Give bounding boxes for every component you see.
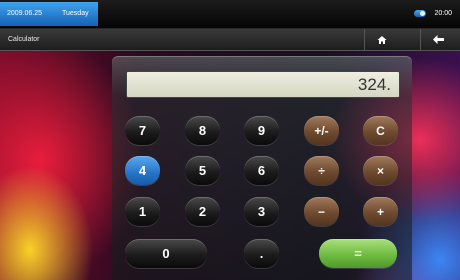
back-button[interactable]	[420, 29, 455, 50]
key-3[interactable]: 3	[244, 197, 279, 226]
calculator-display: 324.	[126, 71, 400, 98]
calculator-panel: 324. 7 8 9 +/- C 4 5 6 ÷ × 1 2 3 − + 0 .…	[112, 56, 412, 280]
key-8[interactable]: 8	[185, 116, 220, 145]
app-title: Calculator	[8, 36, 40, 43]
clock-toggle-icon	[414, 10, 426, 17]
key-9[interactable]: 9	[244, 116, 279, 145]
key-divide[interactable]: ÷	[304, 156, 339, 185]
key-clear[interactable]: C	[363, 116, 398, 145]
key-7[interactable]: 7	[125, 116, 160, 145]
title-bar: Calculator	[0, 29, 460, 51]
key-6[interactable]: 6	[244, 156, 279, 185]
key-5[interactable]: 5	[185, 156, 220, 185]
key-equals[interactable]: =	[319, 239, 397, 268]
key-subtract[interactable]: −	[304, 197, 339, 226]
clock-time: 20:00	[434, 10, 452, 17]
weekday-label: Tuesday	[62, 10, 89, 17]
key-1[interactable]: 1	[125, 197, 160, 226]
key-multiply[interactable]: ×	[363, 156, 398, 185]
key-plus-minus[interactable]: +/-	[304, 116, 339, 145]
home-button[interactable]	[364, 29, 399, 50]
key-add[interactable]: +	[363, 197, 398, 226]
key-2[interactable]: 2	[185, 197, 220, 226]
key-decimal[interactable]: .	[244, 239, 279, 268]
back-arrow-icon	[432, 35, 444, 44]
key-4[interactable]: 4	[125, 156, 160, 185]
home-icon	[377, 35, 387, 44]
status-bar: 2009.06.25 Tuesday 20:00	[0, 0, 460, 29]
date-box: 2009.06.25 Tuesday	[0, 2, 98, 26]
display-value: 324.	[357, 75, 391, 94]
key-0[interactable]: 0	[125, 239, 207, 268]
date-label: 2009.06.25	[7, 10, 43, 17]
